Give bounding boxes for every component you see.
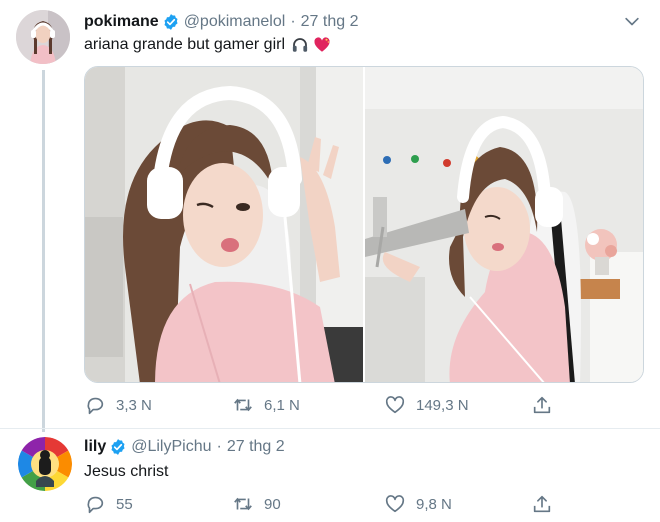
reply-count: 3,3 N xyxy=(116,396,152,414)
share-icon xyxy=(533,396,551,414)
like-count: 9,8 N xyxy=(416,495,452,513)
headphones-emoji-icon xyxy=(292,38,308,52)
tweet-text-content: Jesus christ xyxy=(84,463,169,480)
verified-badge-icon xyxy=(111,439,125,455)
tweet-actions: 3,3 N 6,1 N 149,3 N xyxy=(84,393,554,417)
share-button[interactable] xyxy=(531,393,563,417)
photo-1[interactable] xyxy=(85,67,363,382)
tweet-media[interactable] xyxy=(84,66,644,383)
tweet-date[interactable]: 27 thg 2 xyxy=(301,13,359,31)
avatar-lily[interactable] xyxy=(18,437,72,491)
avatar-pokimane[interactable] xyxy=(16,10,70,64)
tweet-actions: 55 90 9,8 N xyxy=(84,492,554,516)
retweet-icon xyxy=(234,497,252,511)
retweet-icon xyxy=(234,398,252,412)
retweet-button[interactable]: 6,1 N xyxy=(232,393,300,417)
tweet-header: pokimane @pokimanelol · 27 thg 2 xyxy=(84,13,358,31)
reply-count: 55 xyxy=(116,495,133,513)
reply-button[interactable]: 3,3 N xyxy=(84,393,152,417)
author-name[interactable]: lily xyxy=(84,438,106,456)
verified-badge-icon xyxy=(164,14,178,30)
author-handle[interactable]: @pokimanelol xyxy=(184,13,286,31)
reply-button[interactable]: 55 xyxy=(84,492,133,516)
retweet-count: 90 xyxy=(264,495,281,513)
share-button[interactable] xyxy=(531,492,563,516)
reply-icon xyxy=(87,397,104,415)
author-name[interactable]: pokimane xyxy=(84,13,159,31)
reply-icon xyxy=(87,496,104,514)
tweet-text: Jesus christ xyxy=(84,463,168,481)
separator-dot: · xyxy=(216,438,222,455)
chevron-down-icon[interactable] xyxy=(622,12,642,32)
tweet-lily[interactable]: lily @LilyPichu · 27 thg 2 Jesus christ … xyxy=(0,428,660,522)
like-button[interactable]: 149,3 N xyxy=(384,393,469,417)
tweet-header: lily @LilyPichu · 27 thg 2 xyxy=(84,438,285,456)
retweet-count: 6,1 N xyxy=(264,396,300,414)
tweet-text-content: ariana grande but gamer girl xyxy=(84,36,286,53)
tweet-date[interactable]: 27 thg 2 xyxy=(227,438,285,456)
photo-2[interactable] xyxy=(365,67,643,382)
heart-icon xyxy=(385,495,405,513)
like-button[interactable]: 9,8 N xyxy=(384,492,452,516)
separator-dot: · xyxy=(290,13,296,30)
tweet-pokimane[interactable]: pokimane @pokimanelol · 27 thg 2 ariana … xyxy=(0,0,660,432)
author-handle[interactable]: @LilyPichu xyxy=(131,438,211,456)
thread-line xyxy=(42,70,45,432)
heart-icon xyxy=(385,396,405,414)
share-icon xyxy=(533,495,551,513)
retweet-button[interactable]: 90 xyxy=(232,492,281,516)
heart-emoji-icon xyxy=(314,37,330,52)
tweet-text: ariana grande but gamer girl xyxy=(84,36,331,54)
like-count: 149,3 N xyxy=(416,396,469,414)
